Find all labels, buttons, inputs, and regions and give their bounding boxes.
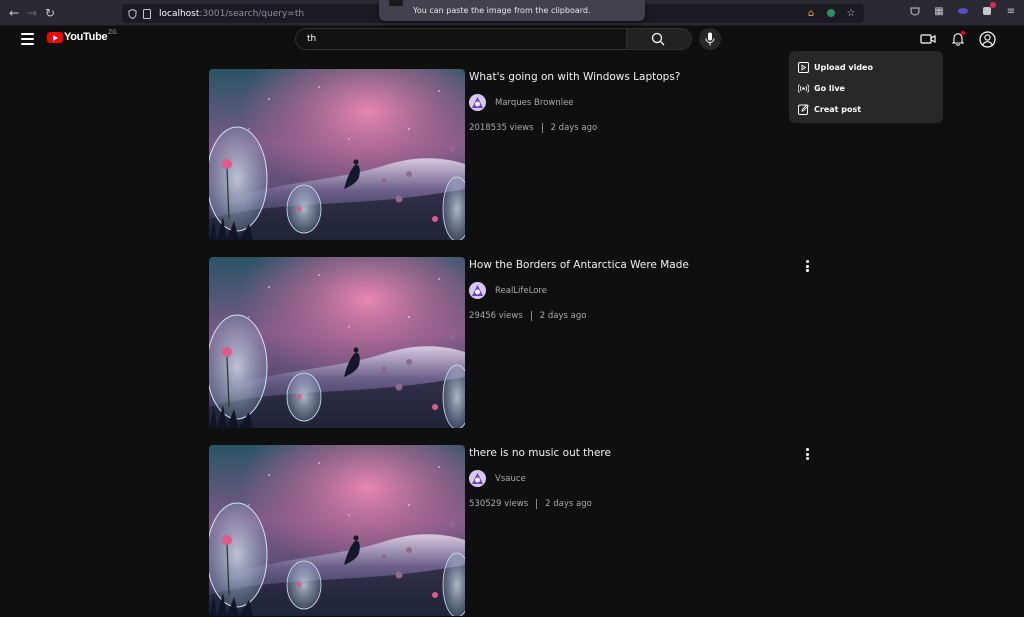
video-title[interactable]: How the Borders of Antarctica Were Made xyxy=(469,259,689,271)
toast-image-icon xyxy=(389,0,403,6)
forward-icon[interactable]: → xyxy=(22,3,42,23)
notification-dot xyxy=(961,31,965,35)
bookmark-star-icon[interactable]: ☆ xyxy=(844,6,858,20)
upload-age: 2 days ago xyxy=(539,311,587,321)
account-avatar-icon[interactable] xyxy=(978,30,996,48)
upload-age: 2 days ago xyxy=(545,499,592,509)
shield-icon xyxy=(128,8,137,19)
home-icon[interactable]: ⌂ xyxy=(804,6,818,20)
pocket-icon[interactable] xyxy=(908,4,922,18)
upload-age: 2 days ago xyxy=(550,123,598,133)
more-options-icon[interactable] xyxy=(803,258,811,274)
toast-message: You can paste the image from the clipboa… xyxy=(413,6,591,15)
channel-link[interactable]: Vsauce xyxy=(469,470,526,487)
youtube-logo[interactable]: YouTube ZG xyxy=(47,29,117,43)
search-input[interactable]: th xyxy=(295,28,626,50)
video-meta: 2018535 views 2 days ago xyxy=(469,123,597,133)
video-thumbnail[interactable] xyxy=(209,69,465,240)
channel-link[interactable]: RealLifeLore xyxy=(469,282,547,299)
video-title[interactable]: What's going on with Windows Laptops? xyxy=(469,71,680,83)
view-count: 29456 views xyxy=(469,311,523,321)
video-meta: 530529 views 2 days ago xyxy=(469,499,592,509)
channel-avatar[interactable] xyxy=(469,282,486,299)
microphone-icon xyxy=(705,32,715,46)
search-result-item[interactable]: What's going on with Windows Laptops? Ma… xyxy=(209,69,819,241)
vpn-icon[interactable] xyxy=(956,4,970,18)
search-icon xyxy=(651,32,665,46)
search-result-item[interactable]: there is no music out there Vsauce 53052… xyxy=(209,445,819,617)
channel-avatar[interactable] xyxy=(469,470,486,487)
channel-name[interactable]: RealLifeLore xyxy=(495,286,547,296)
more-options-icon[interactable] xyxy=(803,446,811,462)
puzzle-icon[interactable]: ▦ xyxy=(932,4,946,18)
url-text: localhost:3001/search/query=th xyxy=(159,8,305,19)
create-video-icon[interactable] xyxy=(919,30,937,48)
channel-avatar[interactable] xyxy=(469,94,486,111)
country-code: ZG xyxy=(108,29,117,36)
logo-text: YouTube xyxy=(64,31,108,43)
meta-divider xyxy=(541,123,543,133)
search-value: th xyxy=(307,34,317,44)
youtube-play-icon xyxy=(47,31,63,43)
channel-name[interactable]: Marques Brownlee xyxy=(495,98,574,108)
voice-search-button[interactable] xyxy=(699,28,721,50)
notifications-bell-icon[interactable] xyxy=(949,30,967,48)
video-title[interactable]: there is no music out there xyxy=(469,447,611,459)
addon-icon[interactable] xyxy=(980,2,996,18)
video-meta: 29456 views 2 days ago xyxy=(469,311,586,321)
channel-link[interactable]: Marques Brownlee xyxy=(469,94,574,111)
video-thumbnail[interactable] xyxy=(209,445,465,616)
view-count: 2018535 views xyxy=(469,123,534,133)
meta-divider xyxy=(536,499,538,509)
search-button[interactable] xyxy=(626,28,692,50)
back-icon[interactable]: ← xyxy=(4,3,24,23)
app-menu-icon[interactable]: ≡ xyxy=(1004,4,1018,18)
clipboard-toast: You can paste the image from the clipboa… xyxy=(379,0,645,21)
extension-icon[interactable] xyxy=(824,6,838,20)
view-count: 530529 views xyxy=(469,499,529,509)
reload-icon[interactable]: ↻ xyxy=(40,3,60,23)
channel-name[interactable]: Vsauce xyxy=(495,474,526,484)
meta-divider xyxy=(530,311,532,321)
page-icon xyxy=(143,8,151,19)
video-thumbnail[interactable] xyxy=(209,257,465,428)
hamburger-menu-icon[interactable] xyxy=(21,33,34,45)
search-result-item[interactable]: How the Borders of Antarctica Were Made … xyxy=(209,257,819,429)
